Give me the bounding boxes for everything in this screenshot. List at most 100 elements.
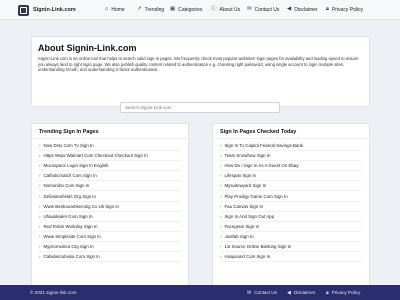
checked-item[interactable]: › How Do I Sign In As A Guest On Ebay	[220, 161, 362, 172]
checked-item-label: Sign In To Capitol Federal Savings Bank	[224, 143, 304, 149]
trending-item-label: Https Www Walmart Com Checkout Checkout …	[43, 153, 148, 159]
nav-categories[interactable]: ▦ Categories	[170, 0, 202, 20]
footer-privacy-policy[interactable]: 🔒︎ Privacy Policy	[326, 285, 360, 300]
chevron-right-icon: ›	[39, 163, 41, 169]
chevron-right-icon: ›	[39, 233, 41, 239]
checked-item-label: Mysuitewyard Sign In	[224, 183, 267, 189]
trending-item[interactable]: › Defiantenfields Org Sign In	[39, 191, 181, 202]
trending-item-label: Catholicmatch Com Sign In	[43, 173, 97, 179]
megaphone-icon: ◀	[287, 6, 292, 13]
nav-privacy-policy[interactable]: 🔒︎ Privacy Policy	[326, 0, 363, 20]
trending-item[interactable]: › Now Dstv Com Tv Sign In	[39, 141, 181, 152]
trending-item[interactable]: › Uhauldealer Com Sign In	[39, 212, 181, 222]
checked-item[interactable]: › Play Prodigy Game Com Sign In	[220, 191, 362, 202]
checked-item-label: How Do I Sign In As A Guest On Ebay	[224, 163, 299, 169]
trending-item[interactable]: › Www Beebooamkeming Co Uk Sign In	[39, 202, 181, 212]
checked-item[interactable]: › Lifespan Sign In	[220, 171, 362, 182]
megaphone-icon: ◀	[287, 289, 291, 296]
chevron-right-icon: ›	[220, 223, 222, 229]
checked-item[interactable]: › 1st Source Online Banking Sign In	[220, 242, 362, 253]
nav-contact-us[interactable]: ✉ Contact Us	[247, 0, 279, 20]
nav-trending-label: Trending	[144, 7, 165, 13]
footer: © 2021 signin-link.com ✉ Contact Us ◀ Di…	[0, 285, 400, 300]
nav-about-us-label: About Us	[219, 7, 241, 13]
nav-disclaimer-label: Disclaimer	[294, 7, 318, 13]
checked-item-label: Justfab Sign In	[224, 233, 254, 239]
chevron-right-icon: ›	[39, 254, 41, 260]
checked-item[interactable]: › Fau Canvas Sign In	[220, 202, 362, 212]
footer-privacy-policy-label: Privacy Policy	[331, 290, 361, 295]
trending-item-label: Nomorobo Com Sign In	[43, 183, 90, 189]
checked-item-label: Fau Canvas Sign In	[224, 203, 264, 209]
nav-privacy-policy-label: Privacy Policy	[331, 7, 364, 13]
checked-today-panel-title: Sign In Pages Checked Today	[213, 124, 369, 139]
chevron-right-icon: ›	[220, 233, 222, 239]
trending-item-label: Now Dstv Com Tv Sign In	[43, 143, 94, 149]
chevron-right-icon: ›	[39, 213, 41, 219]
trending-item[interactable]: › Catholicmatch Com Sign In	[39, 171, 181, 182]
trending-item-label: Www Beebooamkeming Co Uk Sign In	[43, 203, 119, 209]
checked-today-panel: Sign In Pages Checked Today › Sign In To …	[212, 123, 370, 290]
trending-item[interactable]: › Myprornedica Org Sign In	[39, 242, 181, 253]
nav-home[interactable]: ⌂ Home	[105, 0, 125, 20]
trending-item-label: Red Robin Workday Sign In	[43, 223, 98, 229]
chevron-right-icon: ›	[220, 243, 222, 249]
home-icon: ⌂	[105, 6, 109, 13]
checked-item[interactable]: › Sign In To Capitol Federal Savings Bank	[220, 141, 362, 152]
nav-home-label: Home	[111, 7, 125, 13]
checked-item[interactable]: › Justfab Sign In	[220, 232, 362, 242]
footer-disclaimer-label: Disclaimer	[293, 290, 316, 295]
trending-item-label: Defiantenfields Org Sign In	[43, 193, 96, 199]
footer-contact-us-label: Contact Us	[254, 290, 277, 295]
trending-item[interactable]: › Cabelascubvisa Com Sign In	[39, 252, 181, 263]
trending-item[interactable]: › Nomorobo Com Sign In	[39, 181, 181, 192]
lock-icon: 🔒︎	[326, 6, 329, 13]
footer-contact-us[interactable]: ✉ Contact Us	[247, 285, 277, 300]
checked-item-label: Team Knowhow Sign In	[224, 153, 271, 159]
chevron-right-icon: ›	[39, 243, 41, 249]
lock-icon: 🔒︎	[326, 289, 329, 296]
chevron-right-icon: ›	[39, 143, 41, 149]
footer-disclaimer[interactable]: ◀ Disclaimer	[287, 285, 315, 300]
nav-contact-us-label: Contact Us	[254, 7, 280, 13]
nav-about-us[interactable]: ⓘ About Us	[211, 0, 240, 20]
chevron-right-icon: ›	[220, 193, 222, 199]
chevron-right-icon: ›	[39, 193, 41, 199]
chevron-right-icon: ›	[220, 254, 222, 260]
chevron-right-icon: ›	[220, 173, 222, 179]
trending-panel: Trending Sign In Pages › Now Dstv Com Tv …	[31, 123, 189, 290]
trending-item[interactable]: › Mocospace Login Sign In English	[39, 161, 181, 172]
chevron-right-icon: ›	[220, 213, 222, 219]
checked-item[interactable]: › Mysuitewyard Sign In	[220, 181, 362, 192]
nav-trending[interactable]: ↗ Trending	[137, 0, 164, 20]
info-icon: ⓘ	[211, 6, 217, 13]
search-input[interactable]	[120, 102, 280, 113]
trending-icon: ↗	[137, 6, 142, 13]
trending-item[interactable]: › Https Www Walmart Com Checkout Checkout…	[39, 151, 181, 162]
top-navbar: Signin-Link.com ⌂ Home ↗ Trending ▦ Cate…	[0, 0, 400, 20]
nav-categories-label: Categories	[178, 7, 203, 13]
checked-item-label: Facegram Sign In	[224, 223, 260, 229]
brand-link[interactable]: Signin-Link.com	[18, 4, 76, 16]
checked-item[interactable]: › Facegram Sign In	[220, 222, 362, 232]
chevron-right-icon: ›	[220, 203, 222, 209]
trending-item[interactable]: › Red Robin Workday Sign In	[39, 222, 181, 232]
trending-item-label: Cabelascubvisa Com Sign In	[43, 254, 100, 260]
chevron-right-icon: ›	[39, 153, 41, 159]
trending-list: › Now Dstv Com Tv Sign In › Https Www Walm…	[32, 139, 188, 264]
chevron-right-icon: ›	[39, 183, 41, 189]
trending-item-label: Myprornedica Org Sign In	[43, 243, 94, 249]
nav-disclaimer[interactable]: ◀ Disclaimer	[287, 0, 318, 20]
checked-item[interactable]: › Hoapound Com Sign In	[220, 252, 362, 263]
about-section: About Signin-Link.com Signin-Link.com is…	[31, 36, 370, 107]
about-text: Signin-Link.com is an online tool that h…	[38, 56, 359, 73]
checked-item[interactable]: › Sign In And Sign Out App	[220, 212, 362, 222]
checked-item-label: Sign In And Sign Out App	[224, 213, 275, 219]
chevron-right-icon: ›	[220, 163, 222, 169]
checked-item[interactable]: › Team Knowhow Sign In	[220, 151, 362, 162]
trending-item[interactable]: › Www Simplesite Com Sign In	[39, 232, 181, 242]
checked-item-label: Play Prodigy Game Com Sign In	[224, 193, 288, 199]
chevron-right-icon: ›	[220, 183, 222, 189]
contact-icon: ✉	[247, 289, 252, 296]
trending-item-label: Www Simplesite Com Sign In	[43, 233, 101, 239]
